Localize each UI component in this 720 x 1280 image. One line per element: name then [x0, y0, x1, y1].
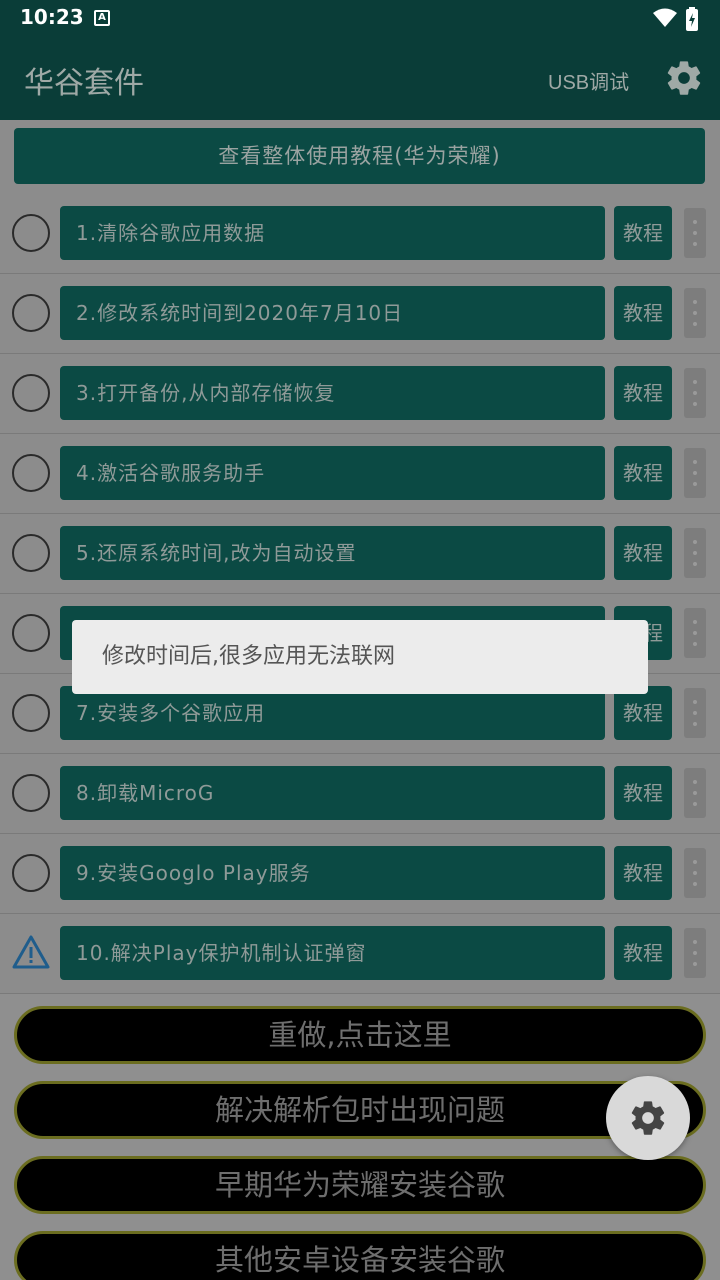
step-tutorial-button[interactable]: 教程: [614, 286, 672, 340]
battery-icon: [686, 7, 698, 31]
step-button[interactable]: 2.修改系统时间到2020年7月10日: [60, 286, 605, 340]
step-row: 4.激活谷歌服务助手 教程: [0, 434, 720, 514]
step-row: 8.卸载MicroG 教程: [0, 754, 720, 834]
step-status-radio[interactable]: [12, 694, 50, 732]
status-bar: 10:23 A: [0, 0, 720, 38]
step-tutorial-button[interactable]: 教程: [614, 846, 672, 900]
step-button[interactable]: 7.安装多个谷歌应用: [60, 686, 605, 740]
step-button[interactable]: 9.安装Googlo Play服务: [60, 846, 605, 900]
more-options-icon[interactable]: [684, 288, 706, 338]
step-button[interactable]: 3.打开备份,从内部存储恢复: [60, 366, 605, 420]
step-button[interactable]: 1.清除谷歌应用数据: [60, 206, 605, 260]
accessibility-notification-icon: A: [94, 10, 110, 26]
step-status-radio[interactable]: [12, 854, 50, 892]
step-row: 5.还原系统时间,改为自动设置 教程: [0, 514, 720, 594]
status-time: 10:23: [20, 5, 84, 29]
step-status-radio[interactable]: [12, 614, 50, 652]
step-status-radio[interactable]: [12, 294, 50, 332]
step-tutorial-button[interactable]: 教程: [614, 686, 672, 740]
toast-message: 修改时间后,很多应用无法联网: [72, 620, 648, 694]
step-status-radio[interactable]: [12, 774, 50, 812]
warning-icon: [12, 935, 50, 969]
step-tutorial-button[interactable]: 教程: [614, 446, 672, 500]
more-options-icon[interactable]: [684, 848, 706, 898]
more-options-icon[interactable]: [684, 928, 706, 978]
step-button[interactable]: 5.还原系统时间,改为自动设置: [60, 526, 605, 580]
step-tutorial-button[interactable]: 教程: [614, 526, 672, 580]
step-row: 2.修改系统时间到2020年7月10日 教程: [0, 274, 720, 354]
step-row: 3.打开备份,从内部存储恢复 教程: [0, 354, 720, 434]
step-status-radio[interactable]: [12, 534, 50, 572]
more-options-icon[interactable]: [684, 688, 706, 738]
step-row: 9.安装Googlo Play服务 教程: [0, 834, 720, 914]
step-status-radio[interactable]: [12, 454, 50, 492]
step-button[interactable]: 4.激活谷歌服务助手: [60, 446, 605, 500]
action-button[interactable]: 重做,点击这里: [14, 1006, 706, 1064]
more-options-icon[interactable]: [684, 528, 706, 578]
gear-icon: [631, 1101, 665, 1135]
app-bar: 华谷套件 USB调试: [0, 38, 720, 120]
step-row: 10.解决Play保护机制认证弹窗 教程: [0, 914, 720, 994]
tutorial-bar: 查看整体使用教程(华为荣耀): [0, 120, 720, 194]
action-button[interactable]: 早期华为荣耀安装谷歌: [14, 1156, 706, 1214]
app-title: 华谷套件: [24, 66, 144, 101]
more-options-icon[interactable]: [684, 208, 706, 258]
wifi-icon: [653, 8, 677, 27]
usb-debug-button[interactable]: USB调试: [548, 66, 629, 95]
step-tutorial-button[interactable]: 教程: [614, 766, 672, 820]
more-options-icon[interactable]: [684, 768, 706, 818]
step-tutorial-button[interactable]: 教程: [614, 366, 672, 420]
step-button[interactable]: 10.解决Play保护机制认证弹窗: [60, 926, 605, 980]
floating-settings-button[interactable]: [606, 1076, 690, 1160]
overall-tutorial-button[interactable]: 查看整体使用教程(华为荣耀): [14, 128, 705, 184]
step-status-radio[interactable]: [12, 374, 50, 412]
action-button[interactable]: 解决解析包时出现问题: [14, 1081, 706, 1139]
step-tutorial-button[interactable]: 教程: [614, 206, 672, 260]
more-options-icon[interactable]: [684, 448, 706, 498]
step-tutorial-button[interactable]: 教程: [614, 926, 672, 980]
step-status-radio[interactable]: [12, 214, 50, 252]
more-options-icon[interactable]: [684, 368, 706, 418]
step-button[interactable]: 8.卸载MicroG: [60, 766, 605, 820]
action-button[interactable]: 其他安卓设备安装谷歌: [14, 1231, 706, 1280]
more-options-icon[interactable]: [684, 608, 706, 658]
step-row: 1.清除谷歌应用数据 教程: [0, 194, 720, 274]
settings-gear-icon[interactable]: [664, 58, 704, 98]
